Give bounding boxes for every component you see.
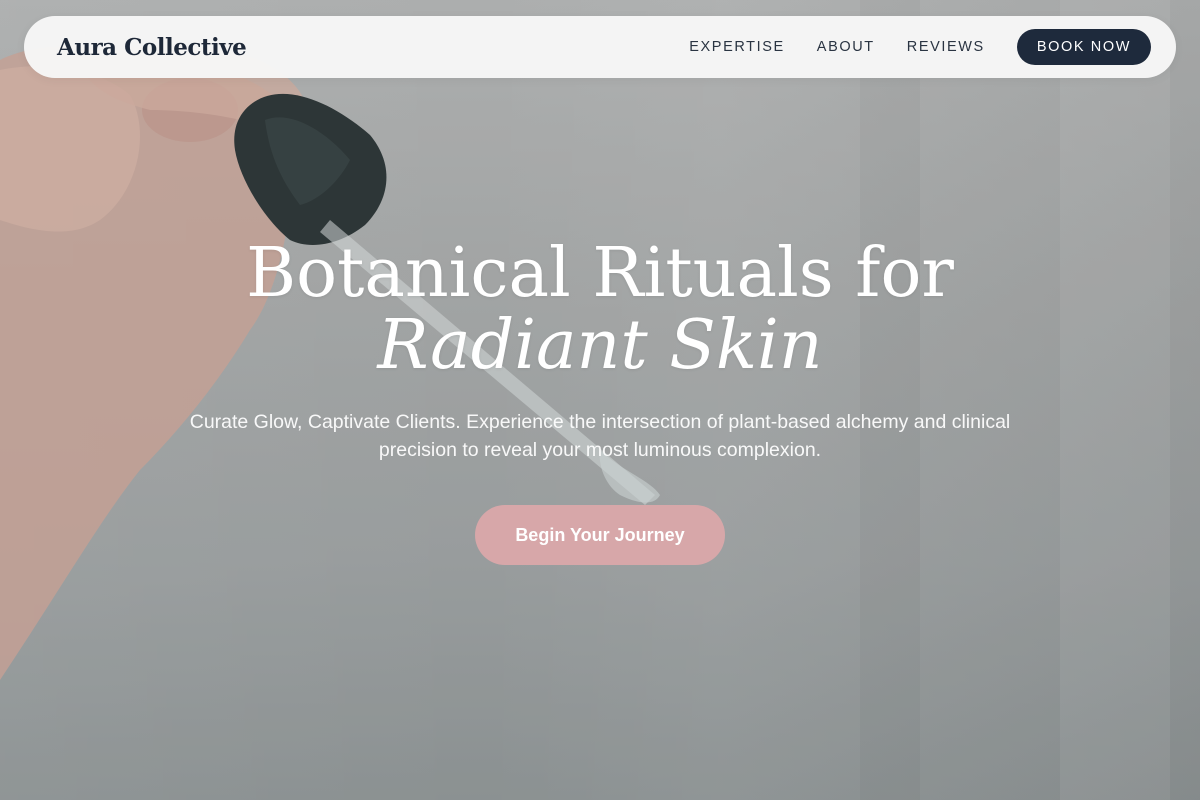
hero-section: Botanical Rituals for Radiant Skin Curat… xyxy=(0,238,1200,565)
begin-journey-button[interactable]: Begin Your Journey xyxy=(475,505,725,565)
top-navbar: Aura Collective EXPERTISE ABOUT REVIEWS … xyxy=(24,16,1176,78)
book-now-button[interactable]: BOOK NOW xyxy=(1016,29,1151,65)
hero-headline: Botanical Rituals for Radiant Skin xyxy=(0,238,1200,382)
nav-link-reviews[interactable]: REVIEWS xyxy=(907,39,985,55)
brand-logo[interactable]: Aura Collective xyxy=(57,34,247,61)
hero-headline-accent: Radiant Skin xyxy=(377,306,823,385)
hero-subtext: Curate Glow, Captivate Clients. Experien… xyxy=(189,411,1011,461)
nav-link-expertise[interactable]: EXPERTISE xyxy=(689,39,785,55)
nav-link-about[interactable]: ABOUT xyxy=(817,39,875,55)
hero-headline-line1: Botanical Rituals for xyxy=(246,234,954,313)
nav-links: EXPERTISE ABOUT REVIEWS BOOK NOW xyxy=(689,29,1151,65)
